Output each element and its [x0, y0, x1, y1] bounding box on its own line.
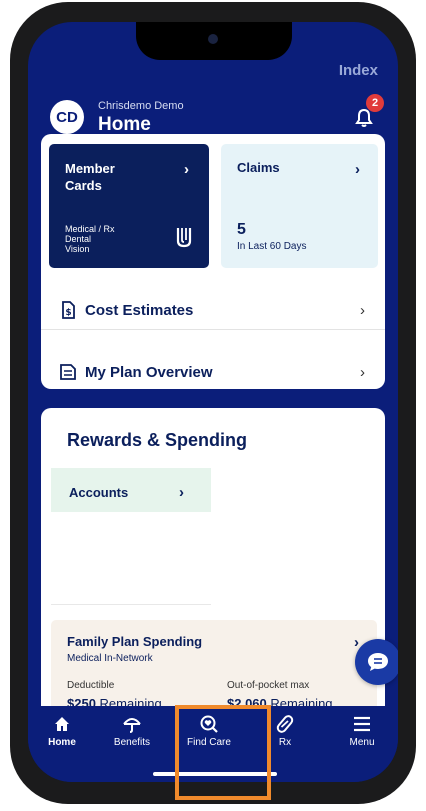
family-plan-title: Family Plan Spending: [67, 634, 203, 649]
quick-links-card: Member Cards › Medical / Rx Dental Visio…: [41, 134, 385, 389]
plan-dental: Dental: [65, 234, 92, 244]
notification-badge: 2: [366, 94, 384, 112]
cost-estimates-label: Cost Estimates: [85, 301, 194, 319]
nav-menu-label: Menu: [349, 737, 375, 748]
camera-icon: [208, 34, 218, 44]
plan-overview-row[interactable]: My Plan Overview ›: [41, 342, 385, 389]
phone-frame: Index CD Chrisdemo Demo Home 2 Member Ca…: [10, 2, 416, 804]
plan-medical-rx: Medical / Rx: [65, 224, 115, 234]
divider: [51, 604, 211, 605]
chevron-right-icon: ›: [355, 161, 360, 178]
nav-home[interactable]: Home: [31, 714, 93, 754]
accounts-header: Accounts ›: [51, 468, 211, 512]
chevron-right-icon: ›: [360, 363, 365, 381]
plan-vision: Vision: [65, 244, 90, 254]
nav-menu[interactable]: Menu: [331, 714, 393, 754]
user-name: Chrisdemo Demo: [98, 100, 184, 112]
accounts-tile[interactable]: Accounts ›: [51, 468, 211, 608]
claims-tile[interactable]: Claims › 5 In Last 60 Days: [221, 144, 378, 268]
phone-notch: [136, 22, 292, 60]
oop-max-label: Out-of-pocket max: [227, 680, 310, 691]
chevron-right-icon: ›: [179, 484, 184, 501]
chevron-right-icon: ›: [184, 161, 189, 178]
member-cards-title: Member Cards: [65, 161, 115, 193]
plan-overview-label: My Plan Overview: [85, 363, 213, 381]
claims-count: 5: [237, 221, 246, 238]
cost-estimates-row[interactable]: $ Cost Estimates ›: [41, 280, 385, 340]
accounts-label: Accounts: [69, 485, 129, 500]
family-plan-spending-tile[interactable]: Family Plan Spending › Medical In-Networ…: [51, 620, 377, 718]
page-title: Home: [98, 114, 151, 135]
claims-title: Claims: [237, 160, 280, 175]
pill-icon: [276, 715, 294, 733]
find-care-highlight-box: [175, 705, 271, 800]
chat-bubble-icon: [368, 653, 388, 671]
deductible-label: Deductible: [67, 680, 115, 691]
member-cards-tile[interactable]: Member Cards › Medical / Rx Dental Visio…: [49, 144, 209, 268]
svg-text:$: $: [65, 308, 71, 318]
app-screen: Index CD Chrisdemo Demo Home 2 Member Ca…: [28, 22, 398, 782]
dollar-document-icon: $: [62, 301, 75, 319]
nav-benefits[interactable]: Benefits: [101, 714, 163, 754]
insurer-logo-icon: [176, 228, 192, 248]
home-icon: [55, 717, 69, 731]
claims-period: In Last 60 Days: [237, 241, 307, 252]
document-icon: [60, 364, 76, 380]
nav-benefits-label: Benefits: [113, 737, 151, 748]
index-link[interactable]: Index: [339, 62, 378, 79]
hamburger-icon: [354, 716, 370, 732]
avatar[interactable]: CD: [50, 100, 84, 134]
rewards-card: Rewards & Spending Accounts › Family Pla…: [41, 408, 385, 718]
rewards-title: Rewards & Spending: [67, 430, 248, 450]
chevron-right-icon: ›: [360, 301, 365, 319]
nav-home-label: Home: [48, 737, 76, 748]
member-plans-list: Medical / Rx Dental Vision: [65, 224, 115, 254]
family-plan-network: Medical In-Network: [67, 653, 153, 664]
divider: [41, 329, 385, 330]
umbrella-icon: [123, 718, 141, 733]
chat-button[interactable]: [355, 639, 398, 685]
